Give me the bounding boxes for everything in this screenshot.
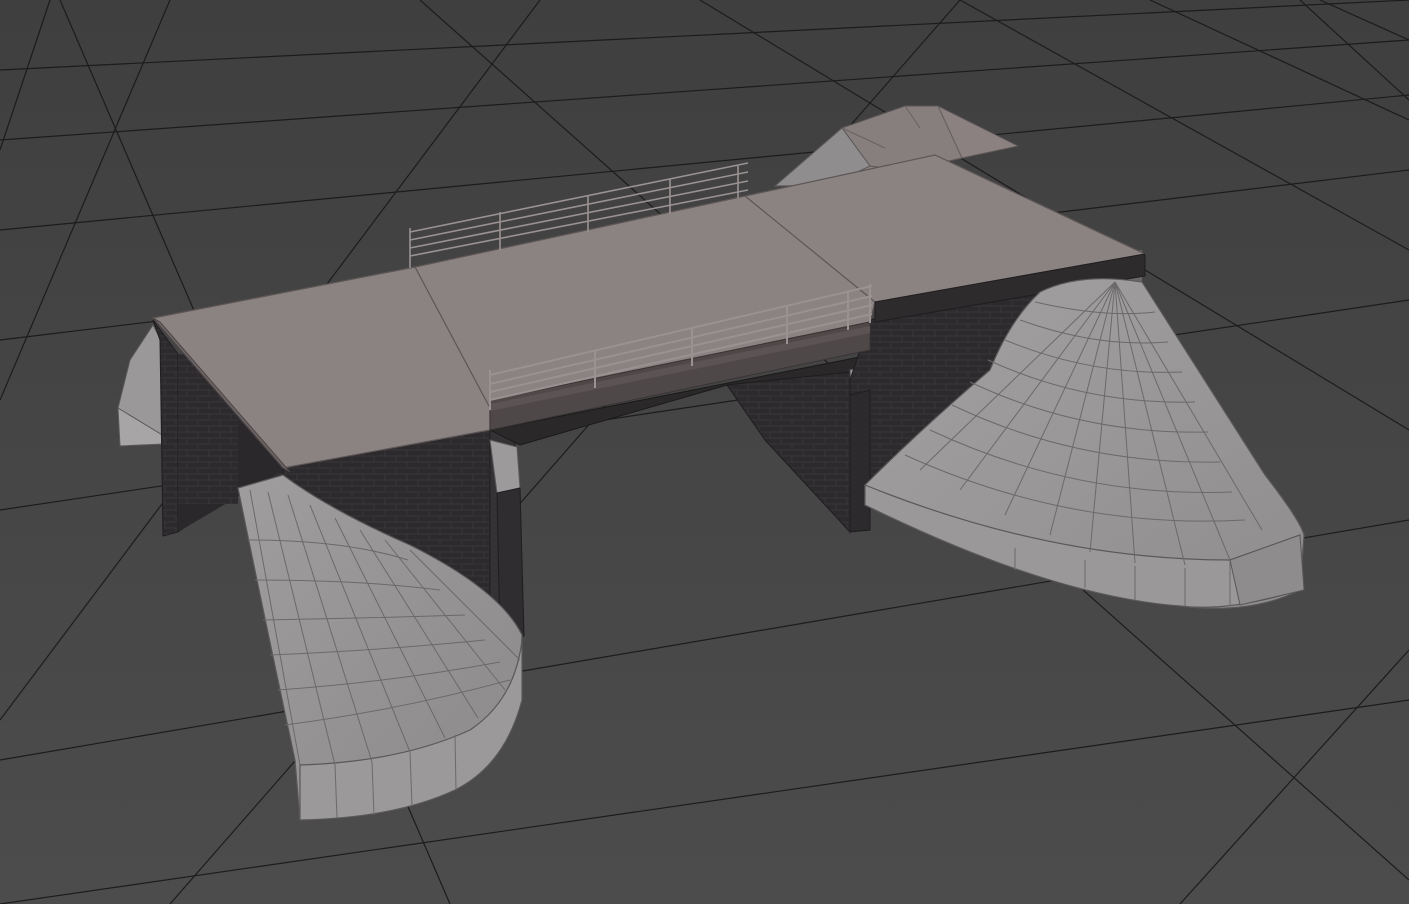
viewport-canvas[interactable]: [0, 0, 1409, 904]
3d-viewport[interactable]: [0, 0, 1409, 904]
